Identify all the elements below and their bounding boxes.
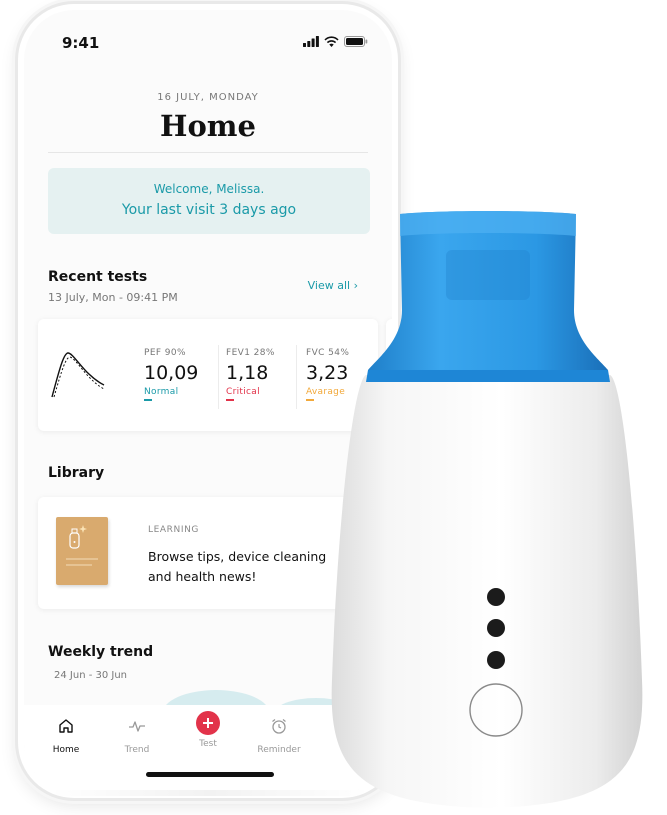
recent-tests-date: 13 July, Mon - 09:41 PM bbox=[48, 291, 178, 304]
metric-label: FEV1 28% bbox=[226, 348, 275, 358]
page-title: Home bbox=[160, 109, 256, 143]
recent-test-card[interactable]: PEF 90% 10,09 Normal FEV1 28% 1,18 Criti… bbox=[38, 319, 378, 431]
home-indicator bbox=[146, 772, 274, 777]
recent-tests-title: Recent tests bbox=[48, 269, 148, 285]
metric-status: Critical bbox=[226, 387, 260, 397]
metric-value: 10,09 bbox=[144, 362, 199, 384]
welcome-greeting: Welcome, Melissa. bbox=[153, 182, 265, 196]
library-category: LEARNING bbox=[148, 525, 200, 535]
tab-label: Trend bbox=[124, 745, 150, 755]
metric-divider bbox=[296, 345, 297, 409]
library-card[interactable]: LEARNING Browse tips, device cleaning an… bbox=[38, 497, 378, 609]
weekly-trend-range: 24 Jun - 30 Jun bbox=[54, 670, 128, 681]
tab-trend[interactable]: Trend bbox=[109, 717, 165, 755]
weekly-trend-title: Weekly trend bbox=[48, 644, 154, 660]
wifi-icon bbox=[324, 36, 339, 47]
tab-home[interactable]: Home bbox=[38, 717, 94, 755]
library-text: Browse tips, device cleaning and health … bbox=[148, 549, 327, 584]
status-time: 9:41 bbox=[62, 34, 100, 52]
led-indicator bbox=[487, 619, 505, 637]
book-icon bbox=[56, 517, 108, 585]
metric-status-indicator bbox=[226, 399, 234, 401]
plus-icon bbox=[196, 711, 220, 735]
device-outline-icon bbox=[66, 525, 98, 566]
metric-value: 1,18 bbox=[226, 362, 269, 384]
device-body bbox=[331, 375, 643, 808]
tab-label: Test bbox=[199, 739, 217, 749]
title-divider bbox=[48, 152, 368, 153]
home-icon bbox=[59, 719, 73, 733]
flow-curve-icon bbox=[51, 352, 105, 398]
cellular-signal-icon bbox=[303, 36, 319, 47]
metric-status: Normal bbox=[144, 387, 179, 397]
metric-status-indicator bbox=[144, 399, 152, 401]
library-title: Library bbox=[48, 465, 105, 481]
led-indicator bbox=[487, 651, 505, 669]
date-label: 16 JULY, MONDAY bbox=[157, 92, 259, 103]
welcome-card[interactable]: Welcome, Melissa. Your last visit 3 days… bbox=[48, 168, 370, 234]
metric-status-indicator bbox=[306, 399, 314, 401]
battery-icon bbox=[344, 36, 368, 47]
spirometer-device bbox=[331, 211, 643, 808]
mouthpiece-collar bbox=[366, 370, 610, 382]
metric-label: PEF 90% bbox=[144, 348, 186, 358]
trend-icon bbox=[129, 721, 145, 732]
status-icons bbox=[303, 36, 368, 47]
alarm-icon bbox=[272, 719, 286, 734]
led-indicator bbox=[487, 588, 505, 606]
floor-reflection bbox=[50, 790, 370, 796]
tab-label: Reminder bbox=[257, 745, 301, 755]
last-visit-text: Your last visit 3 days ago bbox=[121, 202, 297, 218]
tab-reminder[interactable]: Reminder bbox=[251, 717, 307, 755]
metric-fev1: FEV1 28% 1,18 Critical bbox=[226, 348, 275, 401]
metric-divider bbox=[218, 345, 219, 409]
tab-test[interactable]: Test bbox=[180, 711, 236, 749]
tab-label: Home bbox=[52, 745, 80, 755]
metric-pef: PEF 90% 10,09 Normal bbox=[144, 348, 198, 401]
status-bar: 9:41 bbox=[24, 10, 392, 70]
